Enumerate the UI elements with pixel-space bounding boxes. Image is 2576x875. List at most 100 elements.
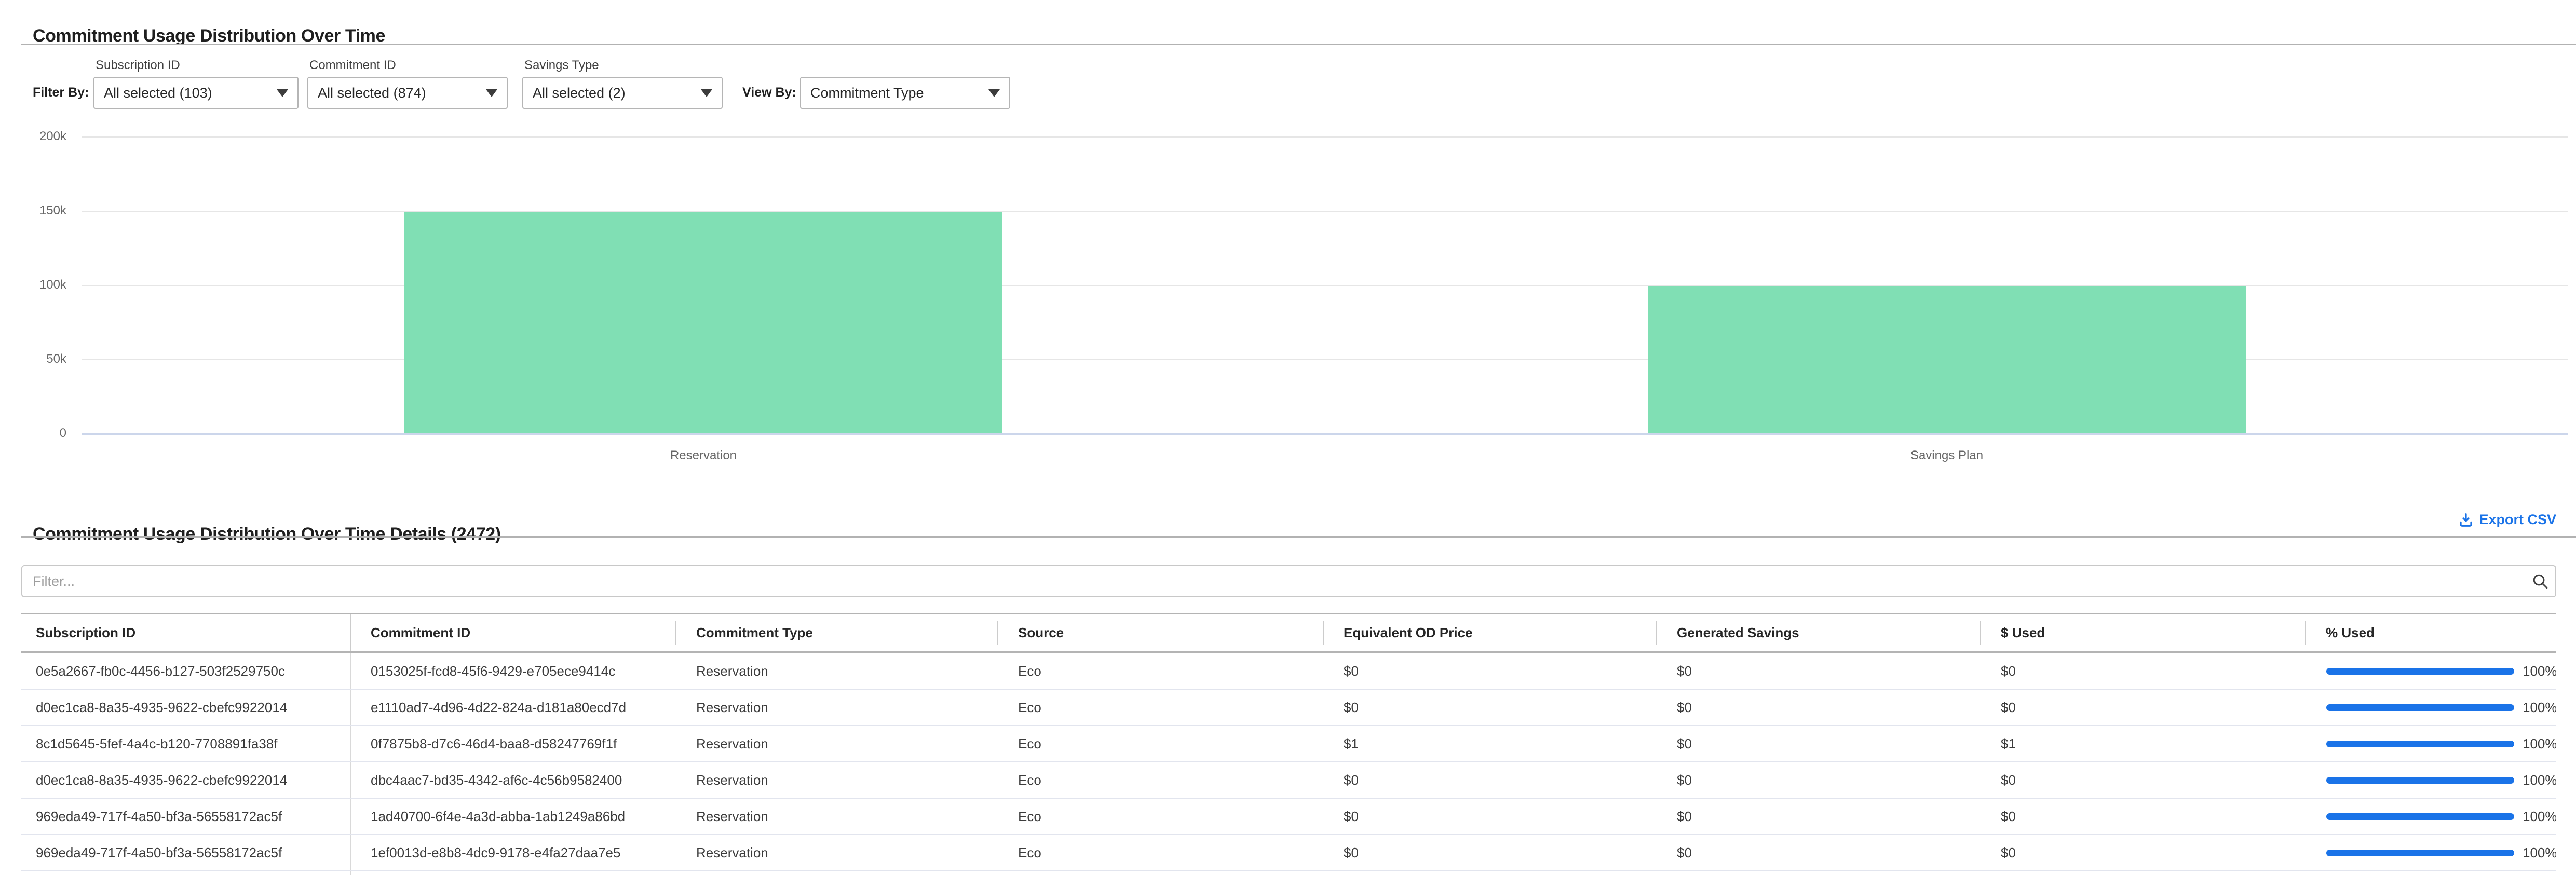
- view-by-dropdown[interactable]: Commitment Type: [800, 77, 1010, 109]
- x-axis-label-reservation: Reservation: [670, 448, 737, 463]
- cell-subscription-id: d0ec1ca8-8a35-4935-9622-cbefc9922014: [21, 690, 350, 725]
- cell-used-percent: 100%: [2305, 653, 2556, 689]
- cell-used-percent: 100%: [2305, 762, 2556, 798]
- table-header-row: Subscription IDCommitment IDCommitment T…: [21, 614, 2556, 651]
- export-csv-label: Export CSV: [2479, 512, 2556, 528]
- cell-used-percent: 100%: [2305, 726, 2556, 761]
- y-axis-tick-label: 0: [0, 426, 66, 441]
- cell-used: $0: [1980, 690, 2305, 725]
- cell-used: $1: [1980, 726, 2305, 761]
- column-header-commitment-type: Commitment Type: [675, 614, 997, 651]
- cell-subscription-id: d0ec1ca8-8a35-4935-9622-cbefc9922014: [21, 762, 350, 798]
- table-body: 0e5a2667-fb0c-4456-b127-503f2529750c0153…: [21, 653, 2556, 871]
- used-progress-bar: [2326, 777, 2514, 784]
- commitment-usage-page: Commitment Usage Distribution Over Time …: [0, 0, 2576, 875]
- view-by-label: View By:: [742, 85, 796, 100]
- bar-reservation[interactable]: [404, 212, 1002, 433]
- table-row-clipped: [21, 871, 2556, 875]
- used-percent-label: 100%: [2523, 700, 2556, 716]
- cell-equivalent-od-price: $1: [1323, 726, 1656, 761]
- chevron-down-icon: [486, 89, 497, 97]
- export-csv-button[interactable]: Export CSV: [2458, 512, 2556, 528]
- cell-commitment-id: 0153025f-fcd8-45f6-9429-e705ece9414c: [350, 653, 675, 689]
- cell-used-percent: 100%: [2305, 690, 2556, 725]
- column-header-subscription-id: Subscription ID: [21, 614, 350, 651]
- subscription-id-filter-dropdown[interactable]: All selected (103): [93, 77, 299, 109]
- chevron-down-icon: [277, 89, 288, 97]
- x-axis-label-savings-plan: Savings Plan: [1910, 448, 1983, 463]
- column-header-commitment-id: Commitment ID: [350, 614, 675, 651]
- cell-generated-savings: $0: [1656, 690, 1980, 725]
- cell-used: $0: [1980, 799, 2305, 834]
- column-header-used: $ Used: [1980, 614, 2305, 651]
- cell-commitment-id: 0f7875b8-d7c6-46d4-baa8-d58247769f1f: [350, 726, 675, 761]
- cell-used: $0: [1980, 835, 2305, 870]
- cell-equivalent-od-price: $0: [1323, 762, 1656, 798]
- gridline: [82, 211, 2568, 212]
- cell-generated-savings: $0: [1656, 799, 1980, 834]
- used-percent-label: 100%: [2523, 736, 2556, 752]
- used-percent-label: 100%: [2523, 772, 2556, 788]
- column-header-generated-savings: Generated Savings: [1656, 614, 1980, 651]
- table-row: 0e5a2667-fb0c-4456-b127-503f2529750c0153…: [21, 653, 2556, 690]
- cell-equivalent-od-price: $0: [1323, 835, 1656, 870]
- filter-label-subscription-id: Subscription ID: [96, 58, 180, 73]
- chevron-down-icon: [701, 89, 712, 97]
- column-header-source: Source: [997, 614, 1323, 651]
- used-progress-bar: [2326, 813, 2514, 820]
- cell-subscription-id: 969eda49-717f-4a50-bf3a-56558172ac5f: [21, 799, 350, 834]
- cell-generated-savings: $0: [1656, 762, 1980, 798]
- bar-savings-plan[interactable]: [1648, 286, 2246, 433]
- cell-source: Eco: [997, 690, 1323, 725]
- download-icon: [2458, 512, 2474, 528]
- gridline: [82, 136, 2568, 138]
- cell-commitment-type: Reservation: [675, 726, 997, 761]
- table-row: d0ec1ca8-8a35-4935-9622-cbefc9922014e111…: [21, 690, 2556, 726]
- filter-label-savings-type: Savings Type: [524, 58, 599, 73]
- cell-equivalent-od-price: $0: [1323, 653, 1656, 689]
- chevron-down-icon: [988, 89, 1000, 97]
- cell-source: Eco: [997, 726, 1323, 761]
- cell-subscription-id: 8c1d5645-5fef-4a4c-b120-7708891fa38f: [21, 726, 350, 761]
- table-row: 969eda49-717f-4a50-bf3a-56558172ac5f1ef0…: [21, 835, 2556, 871]
- x-axis-line: [82, 433, 2568, 435]
- table-row: d0ec1ca8-8a35-4935-9622-cbefc9922014dbc4…: [21, 762, 2556, 799]
- section-divider: [21, 536, 2576, 538]
- filter-by-label: Filter By:: [33, 85, 89, 100]
- used-progress-bar: [2326, 850, 2514, 856]
- dropdown-value: All selected (874): [318, 85, 426, 101]
- details-section-title: Commitment Usage Distribution Over Time …: [33, 524, 501, 544]
- cell-generated-savings: $0: [1656, 835, 1980, 870]
- cell-used: $0: [1980, 762, 2305, 798]
- cell-used: $0: [1980, 653, 2305, 689]
- dropdown-value: All selected (2): [533, 85, 626, 101]
- cell-generated-savings: $0: [1656, 653, 1980, 689]
- commitment-id-filter-dropdown[interactable]: All selected (874): [307, 77, 508, 109]
- used-progress-bar: [2326, 668, 2514, 675]
- y-axis-tick-label: 150k: [0, 203, 66, 218]
- y-axis-tick-label: 200k: [0, 129, 66, 144]
- cell-subscription-id: 969eda49-717f-4a50-bf3a-56558172ac5f: [21, 835, 350, 870]
- filter-label-commitment-id: Commitment ID: [309, 58, 396, 73]
- cell-commitment-type: Reservation: [675, 653, 997, 689]
- view-by-value: Commitment Type: [810, 85, 924, 101]
- used-progress-bar: [2326, 704, 2514, 711]
- cell-source: Eco: [997, 653, 1323, 689]
- cell-subscription-id: 0e5a2667-fb0c-4456-b127-503f2529750c: [21, 653, 350, 689]
- cell-generated-savings: $0: [1656, 726, 1980, 761]
- used-percent-label: 100%: [2523, 845, 2556, 861]
- cell-equivalent-od-price: $0: [1323, 690, 1656, 725]
- table-filter-input[interactable]: [21, 565, 2556, 597]
- cell-commitment-type: Reservation: [675, 762, 997, 798]
- cell-source: Eco: [997, 835, 1323, 870]
- y-axis-tick-label: 50k: [0, 352, 66, 366]
- column-header-equivalent-od-price: Equivalent OD Price: [1323, 614, 1656, 651]
- cell-commitment-id: 1ad40700-6f4e-4a3d-abba-1ab1249a86bd: [350, 799, 675, 834]
- cell-used-percent: 100%: [2305, 835, 2556, 870]
- search-icon: [2531, 572, 2549, 590]
- table-row: 969eda49-717f-4a50-bf3a-56558172ac5f1ad4…: [21, 799, 2556, 835]
- cell-equivalent-od-price: $0: [1323, 799, 1656, 834]
- column-header-used: % Used: [2305, 614, 2556, 651]
- cell-commitment-id: 1ef0013d-e8b8-4dc9-9178-e4fa27daa7e5: [350, 835, 675, 870]
- savings-type-filter-dropdown[interactable]: All selected (2): [522, 77, 723, 109]
